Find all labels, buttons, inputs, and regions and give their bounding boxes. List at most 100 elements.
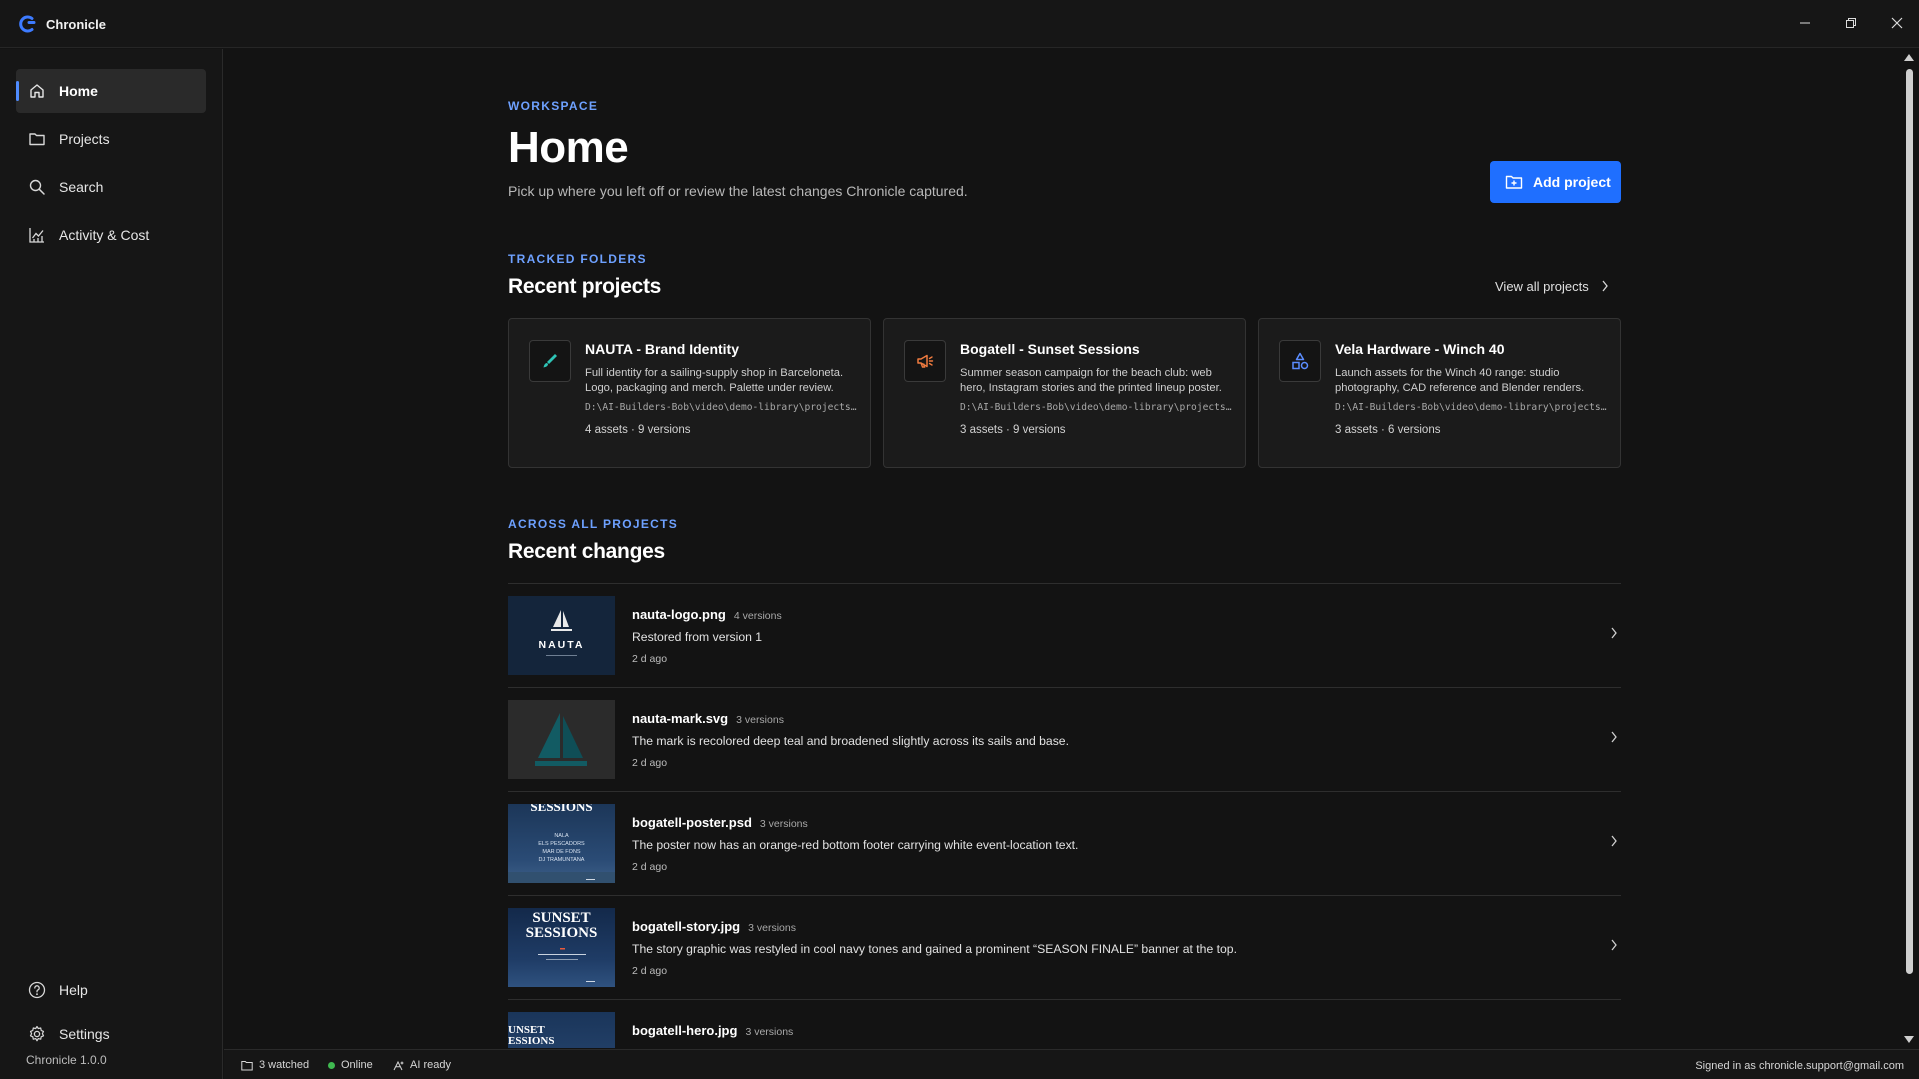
status-online: Online — [328, 1059, 373, 1071]
project-meta: 3 assets · 9 versions — [960, 424, 1066, 436]
project-card[interactable]: Bogatell - Sunset Sessions Summer season… — [883, 318, 1246, 468]
watched-count: 3 watched — [259, 1059, 310, 1071]
change-time: 2 d ago — [632, 653, 668, 665]
thumb-line: DJ TRAMUNTANA — [539, 857, 585, 863]
sidebar-item-label: Help — [59, 982, 88, 998]
project-title: Vela Hardware - Winch 40 — [1335, 341, 1505, 357]
home-icon — [30, 84, 44, 98]
workspace-eyebrow: WORKSPACE — [508, 99, 599, 113]
project-icon-box — [529, 340, 571, 382]
file-name: nauta-mark.svg — [632, 711, 729, 726]
project-title: NAUTA - Brand Identity — [585, 341, 739, 357]
project-icon-box — [904, 340, 946, 382]
restore-button[interactable] — [1840, 12, 1862, 34]
sidebar-item-settings[interactable]: Settings — [16, 1012, 206, 1056]
change-row[interactable]: SESSIONS NALA ELS PESCADORS MAR DE FONS … — [508, 792, 1621, 896]
change-row[interactable]: nauta-mark.svg 3 versions The mark is rec… — [508, 688, 1621, 792]
scroll-thumb[interactable] — [1906, 69, 1913, 974]
file-name-line: bogatell-hero.jpg 3 versions — [632, 1023, 793, 1038]
change-time: 2 d ago — [632, 965, 668, 977]
project-icon-box — [1279, 340, 1321, 382]
chart-icon — [29, 228, 44, 243]
file-name: bogatell-story.jpg — [632, 919, 741, 934]
search-icon — [29, 179, 45, 195]
file-name-line: nauta-mark.svg 3 versions — [632, 711, 784, 726]
folder-icon — [241, 1060, 253, 1070]
file-name: bogatell-hero.jpg — [632, 1023, 738, 1038]
sidebar: Home Projects Search Activity & Cost Hel… — [0, 49, 223, 1079]
view-all-label: View all projects — [1495, 278, 1589, 294]
page-subtitle: Pick up where you left off or review the… — [508, 183, 968, 199]
add-project-button[interactable]: Add project — [1490, 161, 1621, 203]
project-card[interactable]: NAUTA - Brand Identity Full identity for… — [508, 318, 871, 468]
sunset-story-image: SUNSET SESSIONS — [525, 910, 598, 982]
version-count: 3 versions — [748, 922, 796, 934]
main-content: WORKSPACE Home Pick up where you left of… — [224, 49, 1900, 1048]
minimize-button[interactable] — [1794, 12, 1816, 34]
close-button[interactable] — [1886, 12, 1908, 34]
folder-icon — [29, 133, 45, 146]
title-bar: Chronicle — [0, 0, 1919, 48]
scrollbar[interactable] — [1900, 49, 1919, 1048]
thumb-line: ELS PESCADORS — [538, 841, 585, 847]
project-card[interactable]: Vela Hardware - Winch 40 Launch assets f… — [1258, 318, 1621, 468]
file-thumbnail: UNSET ESSIONS — [508, 1012, 615, 1048]
sidebar-item-help[interactable]: Help — [16, 968, 206, 1012]
sidebar-item-home[interactable]: Home — [16, 69, 206, 113]
change-row[interactable]: SUNSET SESSIONS bogatell-story.jpg 3 vers… — [508, 896, 1621, 1000]
thumb-text: SESSIONS — [530, 804, 592, 814]
file-thumbnail: SUNSET SESSIONS — [508, 908, 615, 987]
add-folder-icon — [1505, 175, 1523, 189]
file-thumbnail: NAUTA — [508, 596, 615, 675]
version-count: 4 versions — [733, 610, 782, 622]
add-project-label: Add project — [1533, 174, 1611, 190]
scroll-down-arrow-icon[interactable] — [1904, 1036, 1914, 1043]
chevron-right-icon — [1611, 939, 1617, 951]
thumb-line: MAR DE FONS — [542, 849, 581, 855]
change-row[interactable]: NAUTA nauta-logo.png 4 versions Restored … — [508, 584, 1621, 688]
project-description: Summer season campaign for the beach clu… — [960, 367, 1222, 394]
recent-changes-heading: Recent changes — [508, 540, 665, 563]
sailboat-logo-image: NAUTA — [539, 610, 582, 656]
project-path: D:\AI-Builders-Bob\video\demo-library\pr… — [585, 402, 857, 413]
version-count: 3 versions — [736, 714, 784, 726]
file-name: nauta-logo.png — [632, 607, 726, 622]
change-description: The mark is recolored deep teal and broa… — [632, 734, 1069, 748]
page-title: Home — [508, 123, 629, 172]
file-name: bogatell-poster.psd — [632, 815, 752, 830]
file-name-line: bogatell-poster.psd 3 versions — [632, 815, 808, 830]
sidebar-item-activity-cost[interactable]: Activity & Cost — [16, 213, 206, 257]
minimize-icon — [1800, 22, 1810, 24]
sidebar-item-projects[interactable]: Projects — [16, 117, 206, 161]
help-icon — [28, 981, 46, 999]
scroll-up-arrow-icon[interactable] — [1904, 54, 1914, 61]
file-name-line: bogatell-story.jpg 3 versions — [632, 919, 796, 934]
file-name-line: nauta-logo.png 4 versions — [632, 607, 782, 622]
project-meta: 3 assets · 6 versions — [1335, 424, 1441, 436]
sunset-poster-image: SESSIONS NALA ELS PESCADORS MAR DE FONS … — [508, 804, 615, 883]
sidebar-item-label: Activity & Cost — [59, 227, 150, 243]
sidebar-item-label: Projects — [59, 131, 110, 147]
thumb-line: NALA — [554, 833, 569, 839]
change-row[interactable]: UNSET ESSIONS bogatell-hero.jpg 3 version… — [508, 1000, 1621, 1048]
project-meta: 4 assets · 9 versions — [585, 424, 691, 436]
chevron-right-icon — [1602, 280, 1608, 292]
project-title: Bogatell - Sunset Sessions — [960, 341, 1140, 357]
chevron-right-icon — [1611, 835, 1617, 847]
teal-sailboat-mark-image — [535, 713, 587, 766]
tracked-folders-eyebrow: TRACKED FOLDERS — [508, 252, 647, 266]
thumb-text: SUNSET SESSIONS — [525, 910, 598, 941]
sidebar-item-label: Settings — [59, 1026, 110, 1042]
change-time: 2 d ago — [632, 861, 668, 873]
file-thumbnail — [508, 700, 615, 779]
thumb-text: UNSET ESSIONS — [508, 1024, 555, 1047]
online-label: Online — [341, 1059, 373, 1071]
chevron-right-icon — [1611, 627, 1617, 639]
gear-icon — [29, 1025, 45, 1042]
change-description: The poster now has an orange-red bottom … — [632, 838, 1079, 852]
change-time: 2 d ago — [632, 757, 668, 769]
project-description: Full identity for a sailing-supply shop … — [585, 367, 844, 394]
view-all-projects-link[interactable]: View all projects — [1495, 275, 1609, 297]
brush-icon — [543, 354, 557, 368]
sidebar-item-search[interactable]: Search — [16, 165, 206, 209]
